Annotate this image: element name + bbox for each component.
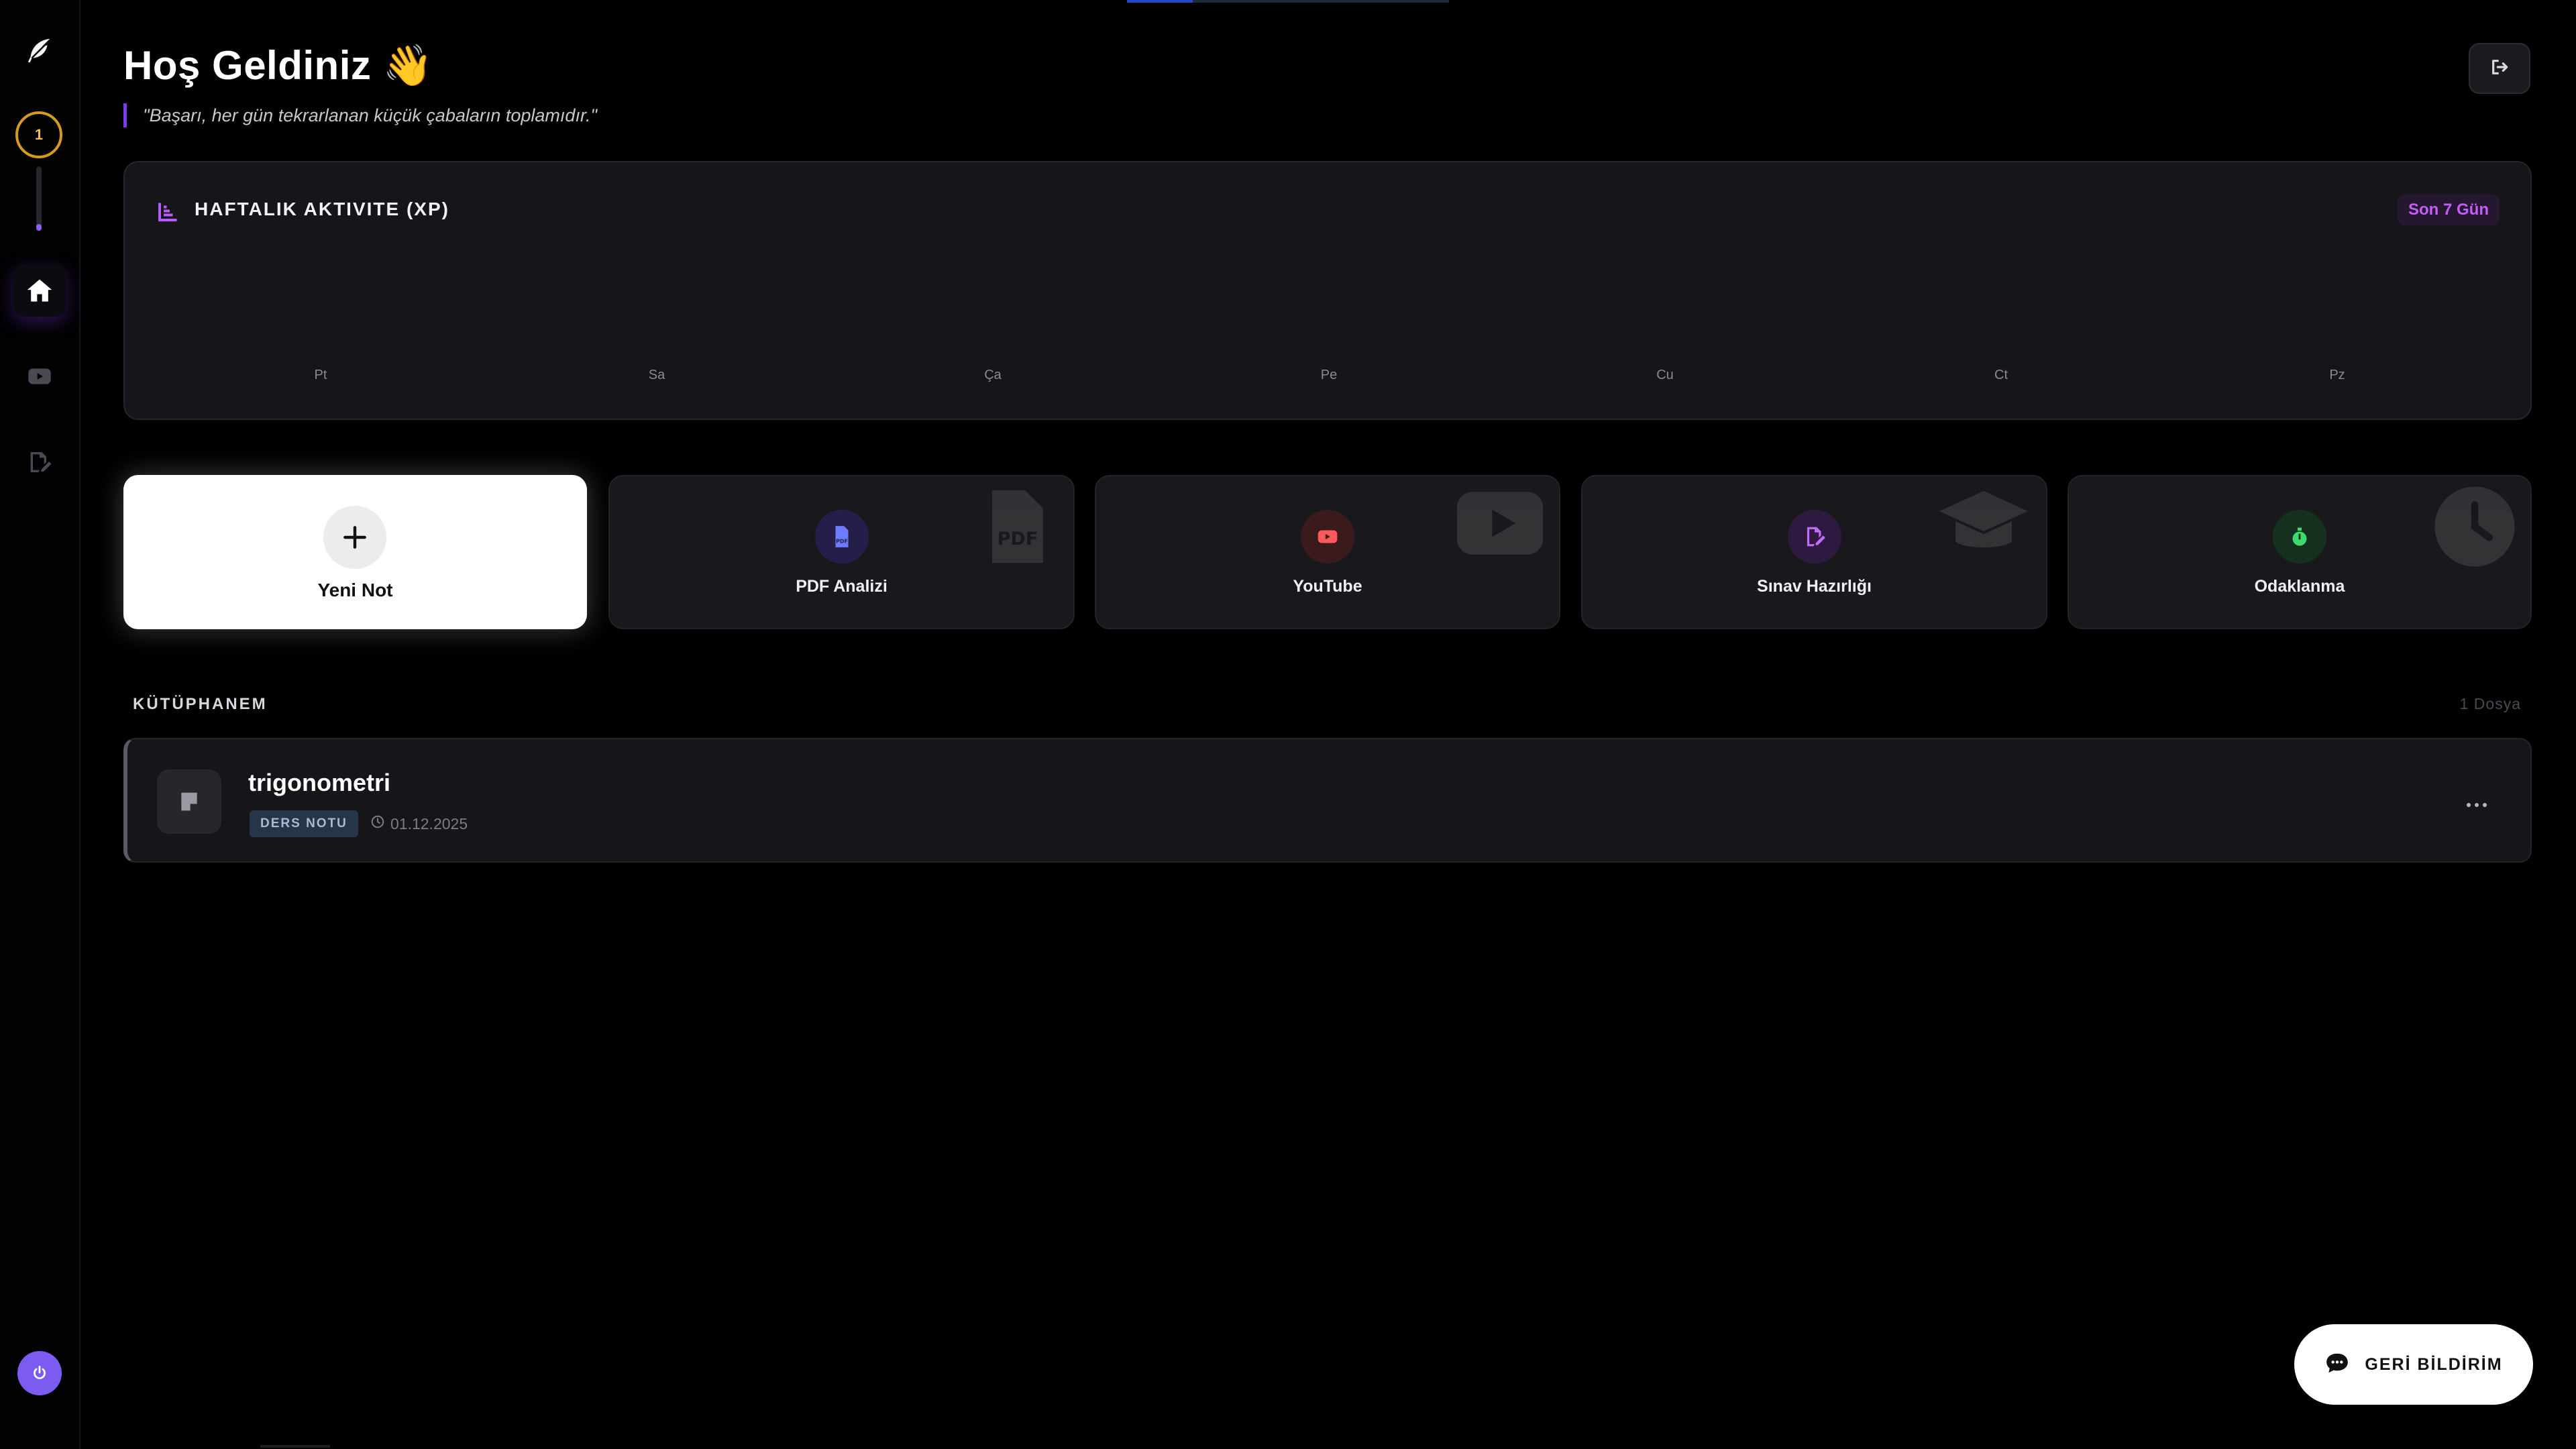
pdf-analysis-label: PDF Analizi (796, 577, 888, 596)
note-file-icon (157, 769, 221, 834)
file-name: trigonometri (248, 769, 390, 796)
feedback-label: GERİ BİLDİRİM (2365, 1354, 2503, 1374)
home-icon[interactable] (13, 264, 66, 317)
plus-icon (323, 506, 386, 569)
exam-prep-button[interactable]: Sınav Hazırlığı (1581, 475, 2047, 629)
exam-edit-icon[interactable] (13, 436, 66, 488)
library-title: KÜTÜPHANEM (133, 695, 268, 713)
youtube-label: YouTube (1293, 577, 1362, 596)
youtube-watermark-icon (1453, 483, 1547, 567)
day-label: Ça (984, 368, 1002, 382)
stopwatch-icon (2273, 510, 2326, 564)
pdf-icon: PDF (814, 510, 869, 564)
library-count: 1 Dosya (2459, 695, 2521, 712)
activity-title: HAFTALIK AKTIVITE (XP) (195, 199, 449, 219)
pdf-watermark-icon: PDF (974, 483, 1061, 574)
day-label: Cu (1656, 368, 1674, 382)
svg-text:PDF: PDF (836, 539, 848, 545)
motivational-quote: "Başarı, her gün tekrarlanan küçük çabal… (123, 103, 597, 127)
graduation-cap-icon (1933, 483, 2034, 567)
file-type-badge: DERS NOTU (250, 810, 358, 837)
level-progress-track (36, 166, 42, 231)
bottom-scroll-indicator (260, 1445, 330, 1448)
focus-button[interactable]: Odaklanma (2068, 475, 2532, 629)
chat-bubble-icon (2324, 1351, 2350, 1379)
level-number: 1 (34, 126, 44, 143)
exam-edit-icon (1787, 510, 1841, 564)
more-options-button[interactable] (2457, 780, 2497, 820)
youtube-icon[interactable] (13, 350, 66, 402)
clock-icon (370, 812, 385, 836)
power-icon[interactable] (17, 1351, 62, 1395)
weekly-activity-card: HAFTALIK AKTIVITE (XP) Son 7 Gün Pt Sa Ç… (123, 161, 2532, 420)
day-axis: Pt Sa Ça Pe Cu Ct Pz (125, 368, 2530, 388)
pdf-analysis-button[interactable]: PDF PDF PDF Analizi (608, 475, 1075, 629)
level-progress-fill (36, 224, 42, 231)
clock-watermark-icon (2431, 483, 2518, 574)
sidebar: 1 (0, 0, 80, 1449)
top-progress-segment (1127, 0, 1193, 3)
youtube-button[interactable]: YouTube (1095, 475, 1560, 629)
day-label: Pe (1320, 368, 1338, 382)
level-badge: 1 (15, 111, 62, 158)
feedback-button[interactable]: GERİ BİLDİRİM (2294, 1324, 2533, 1405)
top-progress-line (1127, 0, 1449, 3)
range-badge: Son 7 Gün (2398, 195, 2500, 225)
youtube-icon (1301, 510, 1354, 564)
more-icon (2466, 786, 2487, 814)
logout-icon (2489, 56, 2510, 81)
file-date-text: 01.12.2025 (390, 815, 468, 833)
day-label: Pt (314, 368, 327, 382)
focus-label: Odaklanma (2254, 577, 2345, 596)
day-label: Sa (648, 368, 665, 382)
svg-text:PDF: PDF (998, 529, 1038, 549)
logout-button[interactable] (2469, 43, 2530, 94)
day-label: Ct (1994, 368, 2008, 382)
new-note-label: Yeni Not (317, 580, 393, 600)
page-title: Hoş Geldiniz 👋 (123, 43, 433, 88)
library-item[interactable]: trigonometri DERS NOTU 01.12.2025 (123, 738, 2532, 863)
exam-prep-label: Sınav Hazırlığı (1757, 577, 1872, 596)
file-date: 01.12.2025 (370, 812, 468, 836)
feather-icon[interactable] (13, 24, 66, 76)
day-label: Pz (2329, 368, 2345, 382)
new-note-button[interactable]: Yeni Not (123, 475, 587, 629)
chart-icon (156, 200, 180, 227)
